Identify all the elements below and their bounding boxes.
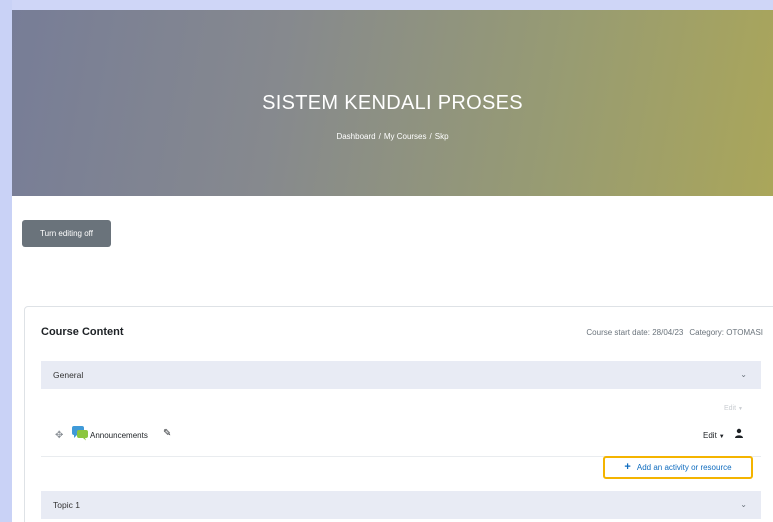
move-icon[interactable]: ✥: [55, 430, 63, 441]
breadcrumb: Dashboard / My Courses / Skp: [12, 132, 773, 141]
page-title: SISTEM KENDALI PROSES: [262, 92, 523, 114]
course-category: Category: OTOMASI: [689, 328, 763, 337]
activity-link-announcements[interactable]: Announcements: [90, 431, 148, 440]
window-frame-left: [0, 0, 12, 522]
section-title: General: [53, 370, 84, 380]
section-topic-1-header[interactable]: Topic 1 ⌄: [41, 491, 761, 519]
activity-row-announcements: ✥ Announcements ✎ Edit ▼: [41, 424, 761, 457]
chevron-down-icon[interactable]: ⌄: [740, 500, 747, 509]
section-title: Topic 1: [53, 500, 80, 510]
section-general-header[interactable]: General ⌄: [41, 361, 761, 389]
edit-title-pencil-icon[interactable]: ✎: [163, 428, 171, 439]
breadcrumb-my-courses[interactable]: My Courses: [384, 132, 427, 141]
course-content-card: [24, 306, 773, 522]
activity-edit-menu[interactable]: Edit ▼: [703, 431, 725, 440]
course-content-heading: Course Content: [41, 326, 124, 338]
course-start-date: Course start date: 28/04/23: [586, 328, 684, 337]
breadcrumb-dashboard[interactable]: Dashboard: [336, 132, 375, 141]
course-banner: SISTEM KENDALI PROSES Dashboard / My Cours…: [12, 10, 773, 196]
add-activity-label: Add an activity or resource: [636, 463, 732, 472]
plus-icon: +: [624, 461, 631, 473]
group-mode-person-icon[interactable]: [734, 428, 744, 438]
course-meta: Course start date: 28/04/23 Category: OTO…: [586, 328, 763, 337]
add-activity-button[interactable]: + Add an activity or resource: [603, 456, 753, 479]
breadcrumb-current-course[interactable]: Skp: [435, 132, 449, 141]
forum-icon: [72, 426, 88, 441]
breadcrumb-separator: /: [378, 132, 381, 141]
turn-editing-off-button[interactable]: Turn editing off: [22, 220, 111, 247]
chevron-down-icon[interactable]: ⌄: [740, 370, 747, 379]
window-frame-top: [0, 0, 773, 10]
section-edit-menu[interactable]: Edit ▼: [724, 405, 743, 412]
breadcrumb-separator: /: [429, 132, 432, 141]
